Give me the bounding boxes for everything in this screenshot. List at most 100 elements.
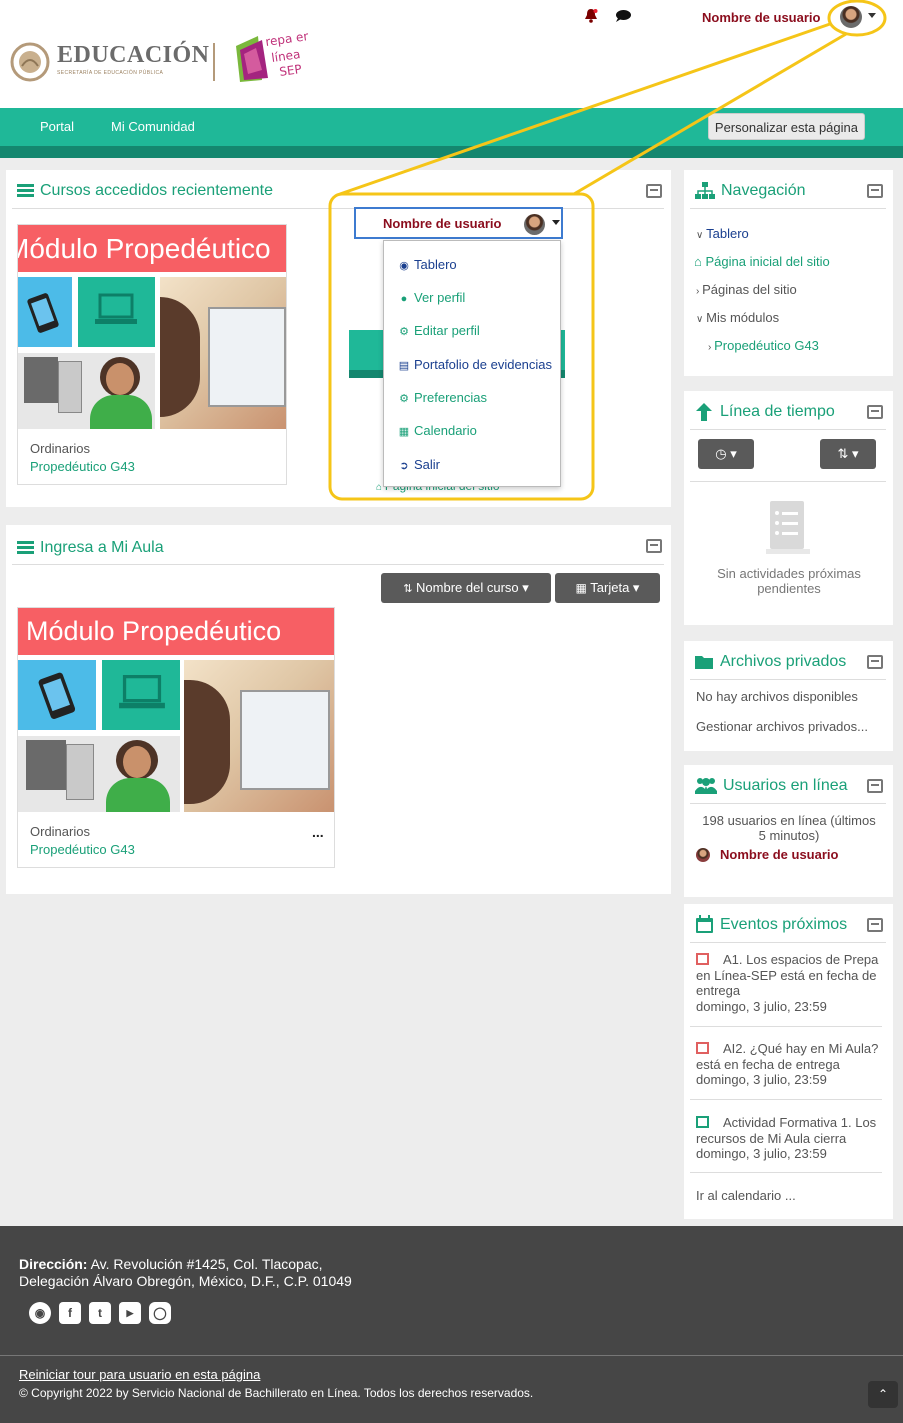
bars-icon xyxy=(17,541,34,554)
user-icon: ● xyxy=(400,293,408,305)
recent-courses-block: Cursos accedidos recientemente Módulo Pr… xyxy=(6,170,671,507)
event-divider xyxy=(690,1099,882,1100)
collapse-icon[interactable] xyxy=(867,184,883,198)
manage-files-link[interactable]: Gestionar archivos privados... xyxy=(696,719,868,734)
online-user-link[interactable]: Nombre de usuario xyxy=(720,847,838,862)
instagram-icon[interactable]: ◯ xyxy=(149,1302,171,1324)
activity-icon xyxy=(696,1116,709,1128)
globe-icon[interactable]: ◉ xyxy=(29,1302,51,1324)
event-item[interactable]: AI2. ¿Qué hay en Mi Aula? está en fecha … xyxy=(696,1041,880,1088)
collapse-icon[interactable] xyxy=(646,539,662,553)
block-rule xyxy=(12,564,664,565)
youtube-icon[interactable]: ▶ xyxy=(119,1302,141,1324)
menu-item-tablero[interactable]: ◉ Tablero xyxy=(398,257,456,272)
user-menu-toggle-label: Nombre de usuario xyxy=(383,216,502,231)
recent-course-card[interactable]: Módulo Propedéutico Ordinarios Propedéut… xyxy=(17,224,287,485)
course-banner: Módulo Propedéutico xyxy=(18,225,286,272)
notifications-bell-icon[interactable] xyxy=(584,8,598,24)
block-rule xyxy=(690,481,886,482)
course-actions-menu[interactable]: ... xyxy=(312,824,324,840)
portfolio-icon: ▤ xyxy=(398,360,410,372)
timeline-sort-dropdown[interactable]: ⇅ ▾ xyxy=(820,439,876,469)
block-rule xyxy=(690,429,886,430)
view-mode-dropdown[interactable]: ▦ Tarjeta ▾ xyxy=(555,573,660,603)
event-item[interactable]: Actividad Formativa 1. Los recursos de M… xyxy=(696,1115,880,1162)
my-courses-block: Ingresa a Mi Aula ⇅ Nombre del curso ▾ ▦… xyxy=(6,525,671,894)
collapse-icon[interactable] xyxy=(646,184,662,198)
nav-portal[interactable]: Portal xyxy=(40,119,74,134)
laptop-icon xyxy=(119,675,165,709)
recent-courses-title: Cursos accedidos recientemente xyxy=(40,182,274,199)
home-icon: ⌂ xyxy=(694,254,702,269)
menu-item-salir[interactable]: ➲ Salir xyxy=(398,457,440,472)
chevron-down-icon[interactable] xyxy=(868,13,876,18)
footer-address: Dirección: Av. Revolución #1425, Col. Tl… xyxy=(19,1256,352,1289)
navbar-strip xyxy=(0,146,903,158)
footer-copyright: © Copyright 2022 by Servicio Nacional de… xyxy=(19,1386,534,1400)
events-title: Eventos próximos xyxy=(720,916,848,933)
sep-seal-logo xyxy=(10,42,50,82)
nav-item-course[interactable]: › Propedéutico G43 xyxy=(708,338,819,353)
block-rule xyxy=(690,942,886,943)
timeline-empty-text: Sin actividades próximas pendientes xyxy=(717,566,861,596)
svg-text:repa en: repa en xyxy=(264,30,308,49)
assignment-icon xyxy=(696,1042,709,1054)
user-avatar xyxy=(696,848,710,862)
collapse-icon[interactable] xyxy=(867,405,883,419)
clock-icon: ◷ xyxy=(715,446,727,461)
logo-subtitle: SECRETARÍA DE EDUCACIÓN PÚBLICA xyxy=(57,70,164,76)
assignment-icon xyxy=(696,953,709,965)
navigation-title: Navegación xyxy=(721,182,806,199)
facebook-icon[interactable]: f xyxy=(59,1302,81,1324)
menu-item-editar-perfil[interactable]: ⚙ Editar perfil xyxy=(398,323,480,338)
users-icon xyxy=(695,778,717,794)
grid-icon: ▦ xyxy=(575,581,587,595)
sort-courses-dropdown[interactable]: ⇅ Nombre del curso ▾ xyxy=(381,573,551,603)
chevron-down-icon xyxy=(552,220,560,225)
user-avatar[interactable] xyxy=(840,6,862,28)
nav-mi-comunidad[interactable]: Mi Comunidad xyxy=(111,119,195,134)
phone-icon xyxy=(38,672,76,719)
user-avatar xyxy=(524,214,545,235)
go-to-calendar-link[interactable]: Ir al calendario ... xyxy=(696,1188,796,1203)
sitemap-icon xyxy=(695,182,715,199)
chevron-up-icon: ⌃ xyxy=(877,1387,889,1401)
twitter-icon[interactable]: t xyxy=(89,1302,111,1324)
my-course-card[interactable]: Módulo Propedéutico Ordinarios Propedéut… xyxy=(17,607,335,868)
logo-text: EDUCACIÓN xyxy=(57,42,210,68)
user-menu-dropdown: ◉ Tablero ● Ver perfil ⚙ Editar perfil ▤ Por… xyxy=(383,240,561,487)
menu-item-calendario[interactable]: ▦ Calendario xyxy=(398,423,477,438)
nav-item-my-modules[interactable]: ∨ Mis módulos xyxy=(696,310,779,325)
reset-tour-link[interactable]: Reiniciar tour para usuario en esta pági… xyxy=(19,1367,260,1382)
course-banner: Módulo Propedéutico xyxy=(18,608,334,655)
back-to-top-button[interactable]: ⌃ xyxy=(868,1381,898,1408)
nav-item-home[interactable]: ⌂ Página inicial del sitio xyxy=(694,254,830,269)
messages-chat-icon[interactable] xyxy=(615,9,632,23)
logo-divider xyxy=(213,43,215,81)
collapse-icon[interactable] xyxy=(867,918,883,932)
timeline-block: Línea de tiempo ◷ ▾ ⇅ ▾ Sin actividades … xyxy=(684,391,893,625)
navigation-block: Navegación ∨ Tablero ⌂ Página inicial de… xyxy=(684,170,893,376)
menu-item-preferencias[interactable]: ⚙ Preferencias xyxy=(398,390,487,405)
timeline-filter-dropdown[interactable]: ◷ ▾ xyxy=(698,439,754,469)
laptop-icon xyxy=(95,293,137,324)
customize-page-button[interactable]: Personalizar esta página xyxy=(707,113,865,140)
private-files-title: Archivos privados xyxy=(720,653,847,670)
collapse-icon[interactable] xyxy=(867,779,883,793)
nav-item-site-pages[interactable]: › Páginas del sitio xyxy=(696,282,797,297)
online-users-title: Usuarios en línea xyxy=(723,777,848,794)
user-menu-toggle[interactable]: Nombre de usuario xyxy=(354,207,563,239)
menu-item-portafolio[interactable]: ▤ Portafolio de evidencias xyxy=(398,357,552,372)
event-item[interactable]: A1. Los espacios de Prepa en Línea-SEP e… xyxy=(696,952,880,1014)
user-menu-name[interactable]: Nombre de usuario xyxy=(702,10,820,25)
my-courses-title: Ingresa a Mi Aula xyxy=(40,539,164,556)
course-name-link[interactable]: Propedéutico G43 xyxy=(30,459,135,474)
nav-item-tablero[interactable]: ∨ Tablero xyxy=(696,226,749,241)
sort-icon: ⇅ xyxy=(403,583,413,595)
calendar-icon: ▦ xyxy=(398,426,410,438)
course-image xyxy=(18,277,286,429)
menu-item-ver-perfil[interactable]: ● Ver perfil xyxy=(398,290,466,305)
course-name-link[interactable]: Propedéutico G43 xyxy=(30,842,135,857)
dashboard-icon: ◉ xyxy=(399,260,409,272)
collapse-icon[interactable] xyxy=(867,655,883,669)
